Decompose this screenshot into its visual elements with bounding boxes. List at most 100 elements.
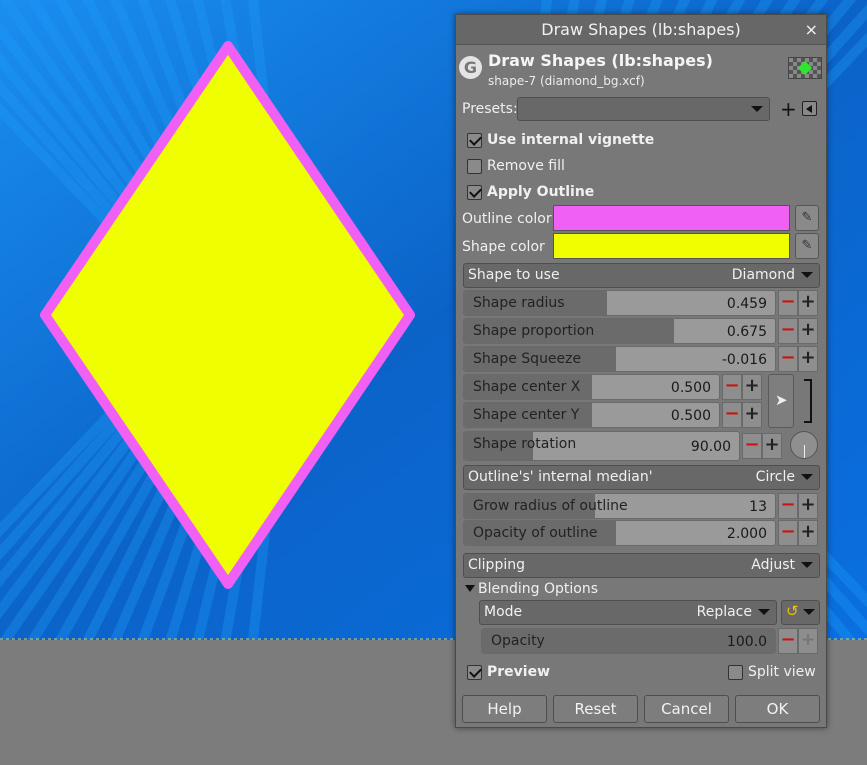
remove-fill-checkbox[interactable] bbox=[467, 159, 482, 174]
shape-color-swatch[interactable] bbox=[553, 233, 790, 259]
shape-center-y-decrease-button[interactable]: − bbox=[722, 402, 742, 428]
expander-triangle-icon[interactable] bbox=[465, 585, 475, 592]
reset-button[interactable]: Reset bbox=[553, 695, 638, 723]
cursor-icon: ➤ bbox=[775, 391, 788, 409]
use-internal-vignette-label: Use internal vignette bbox=[487, 132, 655, 148]
shape-proportion-slider[interactable]: Shape proportion 0.675 bbox=[463, 318, 776, 344]
ok-button[interactable]: OK bbox=[735, 695, 820, 723]
shape-color-picker-icon[interactable]: ✎ bbox=[795, 233, 819, 259]
blend-mode-label: Mode bbox=[484, 604, 523, 620]
shape-proportion-value: 0.675 bbox=[726, 324, 767, 340]
shape-center-y-slider[interactable]: Shape center Y 0.500 bbox=[463, 402, 720, 428]
shape-radius-label: Shape radius bbox=[473, 295, 565, 311]
preview-label: Preview bbox=[487, 664, 551, 680]
shape-center-y-label: Shape center Y bbox=[473, 407, 580, 423]
window-title: Draw Shapes (lb:shapes) bbox=[541, 20, 741, 39]
grow-radius-increase-button[interactable]: + bbox=[798, 493, 818, 519]
shape-rotation-decrease-button[interactable]: − bbox=[742, 433, 762, 459]
shape-squeeze-value: -0.016 bbox=[721, 352, 767, 368]
blend-mode-value: Replace bbox=[696, 604, 752, 620]
dialog-header: G Draw Shapes (lb:shapes) shape-7 (diamo… bbox=[456, 47, 826, 97]
chevron-down-icon bbox=[758, 609, 770, 615]
grow-radius-value: 13 bbox=[749, 499, 767, 515]
header-title: Draw Shapes (lb:shapes) bbox=[488, 51, 713, 70]
outline-median-label: Outline's' internal median' bbox=[468, 469, 653, 485]
help-button[interactable]: Help bbox=[462, 695, 547, 723]
shape-radius-value: 0.459 bbox=[726, 296, 767, 312]
remove-fill-label: Remove fill bbox=[487, 158, 565, 174]
shape-rotation-increase-button[interactable]: + bbox=[762, 433, 782, 459]
outline-median-value: Circle bbox=[755, 469, 795, 485]
blending-options-label[interactable]: Blending Options bbox=[478, 581, 598, 597]
opacity-value: 100.0 bbox=[726, 634, 767, 650]
blend-mode-combo[interactable]: Mode Replace bbox=[479, 600, 777, 625]
shape-center-x-increase-button[interactable]: + bbox=[742, 374, 762, 400]
add-preset-icon[interactable]: + bbox=[780, 97, 797, 121]
grow-radius-label: Grow radius of outline bbox=[473, 498, 628, 514]
outline-color-swatch[interactable] bbox=[553, 205, 790, 231]
chevron-down-icon bbox=[803, 609, 815, 615]
title-bar[interactable]: Draw Shapes (lb:shapes) × bbox=[456, 15, 826, 45]
shape-rotation-label: Shape rotation bbox=[473, 436, 577, 452]
shape-radius-increase-button[interactable]: + bbox=[798, 290, 818, 316]
split-view-checkbox[interactable] bbox=[728, 665, 743, 680]
opacity-increase-button[interactable]: + bbox=[798, 628, 818, 654]
shape-center-y-increase-button[interactable]: + bbox=[742, 402, 762, 428]
shape-center-x-value: 0.500 bbox=[670, 380, 711, 396]
opacity-outline-decrease-button[interactable]: − bbox=[778, 520, 798, 546]
chain-link-icon[interactable] bbox=[804, 379, 812, 423]
chevron-down-icon bbox=[801, 474, 813, 480]
grow-radius-decrease-button[interactable]: − bbox=[778, 493, 798, 519]
layer-thumbnail bbox=[788, 57, 822, 79]
presets-combo[interactable] bbox=[517, 97, 770, 121]
header-subtitle: shape-7 (diamond_bg.xcf) bbox=[488, 74, 645, 88]
opacity-outline-increase-button[interactable]: + bbox=[798, 520, 818, 546]
shape-rotation-value: 90.00 bbox=[690, 439, 731, 455]
outline-median-combo[interactable]: Outline's' internal median' Circle bbox=[463, 465, 820, 490]
shape-to-use-label: Shape to use bbox=[468, 267, 560, 283]
chevron-down-icon bbox=[801, 272, 813, 278]
grow-radius-slider[interactable]: Grow radius of outline 13 bbox=[463, 493, 776, 519]
gegl-logo-icon: G bbox=[459, 56, 482, 79]
shape-rotation-slider[interactable]: Shape rotation 90.00 bbox=[463, 431, 740, 461]
opacity-decrease-button[interactable]: − bbox=[778, 628, 798, 654]
split-view-label: Split view bbox=[748, 664, 816, 680]
preview-checkbox[interactable] bbox=[467, 665, 482, 680]
outline-color-picker-icon[interactable]: ✎ bbox=[795, 205, 819, 231]
chevron-down-icon bbox=[801, 562, 813, 568]
cancel-button[interactable]: Cancel bbox=[644, 695, 729, 723]
apply-outline-label: Apply Outline bbox=[487, 184, 595, 200]
shape-to-use-combo[interactable]: Shape to use Diamond bbox=[463, 263, 820, 288]
outline-color-label: Outline color bbox=[462, 211, 552, 227]
shape-proportion-decrease-button[interactable]: − bbox=[778, 318, 798, 344]
draw-shapes-dialog: Draw Shapes (lb:shapes) × G Draw Shapes … bbox=[455, 14, 827, 728]
shape-squeeze-decrease-button[interactable]: − bbox=[778, 346, 798, 372]
preset-menu-icon[interactable] bbox=[802, 101, 817, 116]
close-icon[interactable]: × bbox=[805, 15, 818, 45]
apply-outline-checkbox[interactable] bbox=[467, 185, 482, 200]
composite-mode-button[interactable]: ↺ bbox=[781, 600, 820, 625]
shape-squeeze-increase-button[interactable]: + bbox=[798, 346, 818, 372]
shape-center-x-slider[interactable]: Shape center X 0.500 bbox=[463, 374, 720, 400]
shape-squeeze-slider[interactable]: Shape Squeeze -0.016 bbox=[463, 346, 776, 372]
clipping-value: Adjust bbox=[751, 557, 795, 573]
shape-radius-decrease-button[interactable]: − bbox=[778, 290, 798, 316]
opacity-outline-slider[interactable]: Opacity of outline 2.000 bbox=[463, 520, 776, 546]
shape-to-use-value: Diamond bbox=[731, 267, 795, 283]
opacity-outline-value: 2.000 bbox=[726, 526, 767, 542]
rotation-dial[interactable] bbox=[790, 431, 818, 459]
chevron-down-icon bbox=[751, 106, 763, 112]
pick-coordinates-button[interactable]: ➤ bbox=[768, 374, 794, 428]
shape-proportion-label: Shape proportion bbox=[473, 323, 595, 339]
shape-radius-slider[interactable]: Shape radius 0.459 bbox=[463, 290, 776, 316]
shape-proportion-increase-button[interactable]: + bbox=[798, 318, 818, 344]
shape-center-x-label: Shape center X bbox=[473, 379, 581, 395]
use-internal-vignette-checkbox[interactable] bbox=[467, 133, 482, 148]
opacity-slider[interactable]: Opacity 100.0 bbox=[481, 628, 776, 654]
opacity-outline-label: Opacity of outline bbox=[473, 525, 598, 541]
clipping-combo[interactable]: Clipping Adjust bbox=[463, 553, 820, 578]
shape-color-label: Shape color bbox=[462, 239, 545, 255]
shape-center-x-decrease-button[interactable]: − bbox=[722, 374, 742, 400]
shape-center-y-value: 0.500 bbox=[670, 408, 711, 424]
shape-squeeze-label: Shape Squeeze bbox=[473, 351, 582, 367]
